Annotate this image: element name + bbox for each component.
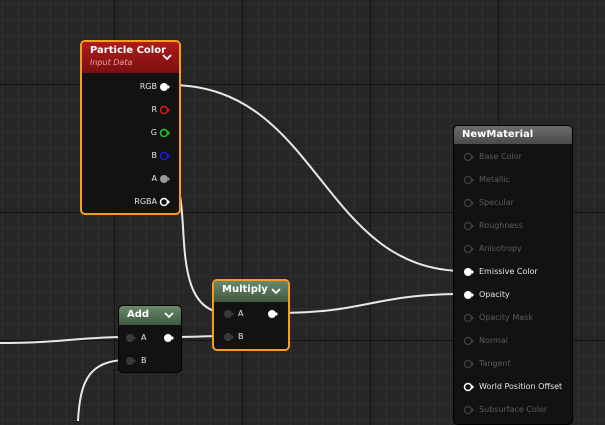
wire-multiply-to-opacity[interactable] bbox=[275, 293, 466, 314]
multiply-input-a-label: A bbox=[238, 309, 244, 318]
multiply-input-b-label: B bbox=[238, 332, 244, 341]
material-pin-icon[interactable] bbox=[463, 336, 475, 346]
multiply-output-icon[interactable] bbox=[267, 309, 279, 319]
add-input-a-icon[interactable] bbox=[125, 333, 137, 343]
pin-label-a: A bbox=[151, 174, 157, 183]
material-pin-label: Metallic bbox=[479, 175, 510, 184]
material-pin-label: Roughness bbox=[479, 221, 523, 230]
add-output-icon[interactable] bbox=[163, 333, 175, 343]
wire-offscreen-to-add-a[interactable] bbox=[0, 336, 128, 344]
material-pin-label: Opacity Mask bbox=[479, 313, 533, 322]
particle-color-title: Particle Color bbox=[90, 45, 167, 56]
material-pin-icon[interactable] bbox=[463, 313, 475, 323]
material-pin-label: Base Color bbox=[479, 152, 522, 161]
add-input-b-icon[interactable] bbox=[125, 356, 137, 366]
material-pin-icon[interactable] bbox=[463, 221, 475, 231]
pin-label-r: R bbox=[151, 105, 157, 114]
add-input-b-label: B bbox=[141, 356, 147, 365]
multiply-input-a-icon[interactable] bbox=[223, 309, 235, 319]
material-pin-icon[interactable] bbox=[463, 405, 475, 415]
material-pin-label: Anisotropy bbox=[479, 244, 522, 253]
add-input-a-label: A bbox=[141, 333, 147, 342]
material-pin-label: World Position Offset bbox=[479, 382, 563, 391]
material-pin-label: Subsurface Color bbox=[479, 405, 548, 414]
add-header[interactable]: Add bbox=[119, 306, 181, 325]
particle-color-node[interactable]: Particle Color Input Data RGB R G B A RG… bbox=[80, 40, 181, 215]
material-pin-label: Normal bbox=[479, 336, 508, 345]
particle-color-subtitle: Input Data bbox=[90, 58, 133, 67]
add-title: Add bbox=[127, 309, 150, 320]
multiply-title: Multiply bbox=[222, 284, 268, 295]
material-pin-icon[interactable] bbox=[463, 382, 475, 392]
pin-a-icon[interactable] bbox=[159, 174, 171, 184]
add-node[interactable]: Add A B bbox=[118, 305, 182, 373]
material-pin-icon[interactable] bbox=[463, 359, 475, 369]
chevron-down-icon[interactable] bbox=[269, 284, 283, 298]
material-header[interactable]: NewMaterial bbox=[454, 126, 572, 144]
pin-r-icon[interactable] bbox=[159, 105, 171, 115]
multiply-node[interactable]: Multiply A B bbox=[212, 279, 290, 351]
material-pin-label: Specular bbox=[479, 198, 514, 207]
material-pin-icon[interactable] bbox=[463, 290, 475, 300]
particle-color-header[interactable]: Particle Color Input Data bbox=[82, 42, 179, 73]
wire-rgb-to-emissive[interactable] bbox=[169, 84, 466, 272]
material-title: NewMaterial bbox=[462, 129, 534, 140]
material-result-node[interactable]: NewMaterial Base Color Metallic Specular Ro… bbox=[453, 125, 573, 425]
chevron-down-icon[interactable] bbox=[160, 50, 174, 64]
multiply-input-b-icon[interactable] bbox=[223, 332, 235, 342]
material-pin-label: Tangent bbox=[479, 359, 511, 368]
pin-b-icon[interactable] bbox=[159, 151, 171, 161]
material-pin-icon[interactable] bbox=[463, 244, 475, 254]
pin-label-rgba: RGBA bbox=[134, 197, 157, 206]
material-pin-label: Emissive Color bbox=[479, 267, 538, 276]
pin-label-rgb: RGB bbox=[139, 82, 157, 91]
material-pin-icon[interactable] bbox=[463, 267, 475, 277]
material-pin-icon[interactable] bbox=[463, 152, 475, 162]
material-pin-label: Opacity bbox=[479, 290, 510, 299]
pin-rgb-icon[interactable] bbox=[159, 82, 171, 92]
multiply-header[interactable]: Multiply bbox=[214, 281, 288, 302]
chevron-down-icon[interactable] bbox=[162, 308, 176, 322]
material-pin-icon[interactable] bbox=[463, 198, 475, 208]
pin-g-icon[interactable] bbox=[159, 128, 171, 138]
material-pin-icon[interactable] bbox=[463, 175, 475, 185]
pin-rgba-icon[interactable] bbox=[159, 197, 171, 207]
pin-label-g: G bbox=[150, 128, 157, 137]
pin-label-b: B bbox=[151, 151, 158, 160]
